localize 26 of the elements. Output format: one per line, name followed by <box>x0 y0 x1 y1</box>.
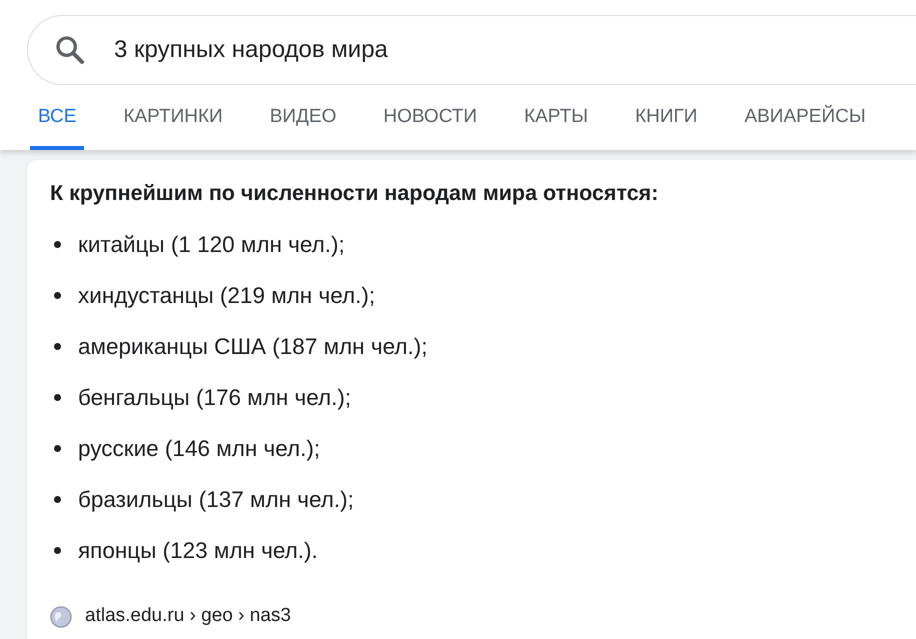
tab[interactable]: КНИГИ <box>627 89 706 150</box>
list-item-text: китайцы (1 120 млн чел.); <box>78 230 345 259</box>
search-query: 3 крупных народов мира <box>114 35 388 65</box>
search-icon <box>54 34 86 66</box>
search-field[interactable]: 3 крупных народов мира <box>27 15 916 85</box>
list-item-text: хиндустанцы (219 млн чел.); <box>78 282 376 310</box>
tab[interactable]: КАРТИНКИ <box>115 89 231 150</box>
globe-icon <box>50 606 72 628</box>
list-item-text: американцы США (187 млн чел.); <box>78 332 428 361</box>
list-item-text: бенгальцы (176 млн чел.); <box>78 384 352 412</box>
tab[interactable]: НОВОСТИ <box>375 89 486 150</box>
tab[interactable]: ВИДЕО <box>262 89 344 150</box>
list-item-text: бразильцы (137 млн чел.); <box>78 486 354 514</box>
bullet-icon <box>54 445 61 452</box>
list-item-text: русские (146 млн чел.); <box>78 434 320 463</box>
bullet-icon <box>54 241 61 248</box>
list-item-text: японцы (123 млн чел.). <box>78 536 318 565</box>
bullet-icon <box>54 394 61 402</box>
bullet-icon <box>54 343 61 350</box>
snippet-heading: К крупнейшим по численности народам мира относятся: <box>50 180 660 207</box>
bullet-icon <box>54 292 61 300</box>
bullet-icon <box>54 547 61 554</box>
source-link[interactable]: atlas.edu.ru › geo › nas3 <box>85 602 291 631</box>
tab[interactable]: КАРТЫ <box>516 89 596 150</box>
tab[interactable]: АВИАРЕЙСЫ <box>736 89 874 150</box>
bullet-icon <box>54 496 61 504</box>
